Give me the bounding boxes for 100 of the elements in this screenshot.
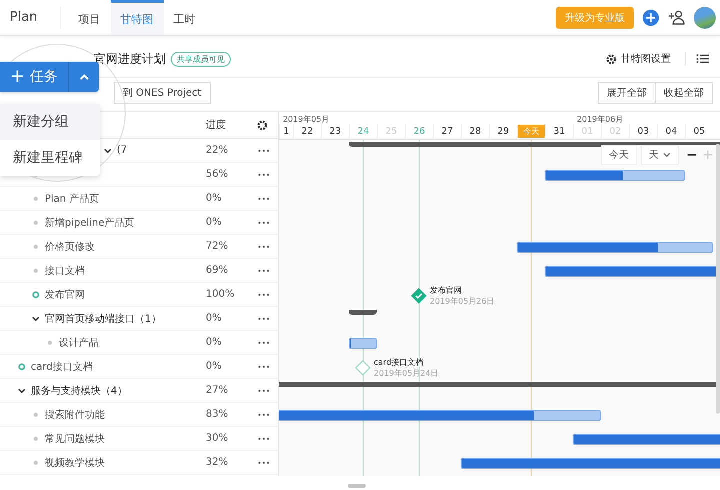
task-name[interactable]: (7 <box>117 145 128 156</box>
task-name[interactable]: 新增pipeline产品页 <box>45 216 135 230</box>
gear-icon <box>606 54 617 64</box>
nav-tab[interactable]: 项目 <box>68 0 111 35</box>
time-unit-dropdown[interactable]: 天 <box>641 145 679 165</box>
caret-icon <box>663 151 671 159</box>
avatar[interactable] <box>694 6 716 28</box>
day-label: 03 <box>638 126 650 136</box>
today-button[interactable]: 今天 <box>601 145 637 165</box>
task-name[interactable]: 搜索附件功能 <box>45 408 105 422</box>
day-label: 29 <box>498 126 510 136</box>
chevron-icon[interactable] <box>32 314 40 322</box>
gantt-settings-button[interactable]: 甘特图设置 <box>602 50 675 68</box>
progress-value: 83% <box>205 409 230 420</box>
bullet-icon <box>34 244 38 248</box>
bullet-icon <box>34 436 38 440</box>
more-icon[interactable] <box>258 220 270 224</box>
task-name[interactable]: 官网首页移动端接口（1） <box>45 312 162 326</box>
more-icon[interactable] <box>258 316 270 320</box>
progress-value: 0% <box>205 217 223 228</box>
app-logo: Plan <box>0 6 61 28</box>
collapse-all-button[interactable]: 收起全部 <box>656 82 713 104</box>
milestone-icon <box>32 290 40 298</box>
chevron-icon[interactable] <box>104 146 112 154</box>
task-name[interactable]: 接口文档 <box>45 264 85 278</box>
progress-value: 0% <box>205 361 223 372</box>
add-task-button[interactable]: + 任务 <box>0 62 70 92</box>
milestone-date: 2019年05月26日 <box>430 296 495 307</box>
progress-value: 30% <box>205 433 230 444</box>
day-label: 31 <box>554 126 566 136</box>
progress-value: 0% <box>205 193 223 204</box>
milestone-date: 2019年05月24日 <box>374 368 439 379</box>
task-bar[interactable] <box>279 410 601 421</box>
progress-value: 69% <box>205 265 230 276</box>
day-label: 28 <box>470 126 482 136</box>
task-name[interactable]: Plan 产品页 <box>45 192 100 206</box>
progress-value: 22% <box>205 145 230 156</box>
more-icon[interactable] <box>258 436 270 440</box>
add-icon[interactable] <box>642 8 660 26</box>
more-icon[interactable] <box>258 148 270 152</box>
progress-value: 56% <box>205 169 230 180</box>
day-label: 26 <box>414 126 426 136</box>
milestone-label: card接口文档 <box>374 357 425 368</box>
day-label: 04 <box>666 126 678 136</box>
more-icon[interactable] <box>258 388 270 392</box>
task-name[interactable]: 常见问题模块 <box>45 432 105 446</box>
nav-tab[interactable]: 工时 <box>164 0 206 35</box>
task-name[interactable]: 设计产品 <box>59 336 99 350</box>
task-name[interactable]: card接口文档 <box>31 360 93 374</box>
more-icon[interactable] <box>258 172 270 176</box>
more-icon[interactable] <box>258 196 270 200</box>
more-icon[interactable] <box>258 292 270 296</box>
progress-value: 0% <box>205 313 223 324</box>
day-label: 24 <box>358 126 370 136</box>
import-button[interactable]: 到 ONES Project <box>114 82 211 104</box>
bullet-icon <box>34 460 38 464</box>
day-label: 22 <box>302 126 314 136</box>
progress-value: 27% <box>205 385 230 396</box>
scrollbar-thumb[interactable] <box>716 144 720 414</box>
add-user-icon[interactable] <box>668 8 686 26</box>
more-icon[interactable] <box>258 364 270 368</box>
task-bar[interactable] <box>545 170 685 181</box>
bullet-icon <box>48 340 52 344</box>
task-name[interactable]: 价格页修改 <box>45 240 95 254</box>
bullet-icon <box>34 412 38 416</box>
nav-tab[interactable]: 甘特图 <box>110 0 164 35</box>
chevron-icon[interactable] <box>18 386 26 394</box>
milestone-label: 发布官网 <box>430 285 463 296</box>
group-bar[interactable] <box>349 310 377 315</box>
task-name[interactable]: 服务与支持模块（4） <box>31 384 128 398</box>
month-label: 2019年05月 <box>283 114 330 125</box>
more-icon[interactable] <box>258 412 270 416</box>
task-name[interactable]: 视频教学模块 <box>45 456 105 470</box>
scrollbar-thumb[interactable] <box>348 484 366 488</box>
task-name[interactable]: 发布官网 <box>45 288 85 302</box>
day-label: 今天 <box>524 126 540 137</box>
expand-all-button[interactable]: 展开全部 <box>598 82 656 104</box>
bullet-icon <box>34 268 38 272</box>
task-bar[interactable] <box>517 242 713 253</box>
menu-item[interactable]: 新建分组 <box>0 104 100 140</box>
progress-value: 32% <box>205 457 230 468</box>
column-header: 进度 <box>205 118 227 132</box>
milestone-icon <box>18 362 26 370</box>
progress-value: 72% <box>205 241 230 252</box>
bullet-icon <box>34 220 38 224</box>
milestone-diamond-icon[interactable] <box>411 288 427 304</box>
list-icon[interactable] <box>696 52 710 66</box>
month-label: 2019年06月 <box>577 114 624 125</box>
settings-icon[interactable] <box>257 120 268 130</box>
share-tag: 共享成员可见 <box>171 52 231 66</box>
more-icon[interactable] <box>258 460 270 464</box>
more-icon[interactable] <box>258 244 270 248</box>
more-icon[interactable] <box>258 340 270 344</box>
bullet-icon <box>34 196 38 200</box>
caret-icon <box>78 72 90 82</box>
menu-item[interactable]: 新建里程碑 <box>0 140 100 176</box>
progress-value: 100% <box>205 289 236 300</box>
day-label: 05 <box>694 126 706 136</box>
more-icon[interactable] <box>258 268 270 272</box>
task-bar[interactable] <box>349 338 377 349</box>
